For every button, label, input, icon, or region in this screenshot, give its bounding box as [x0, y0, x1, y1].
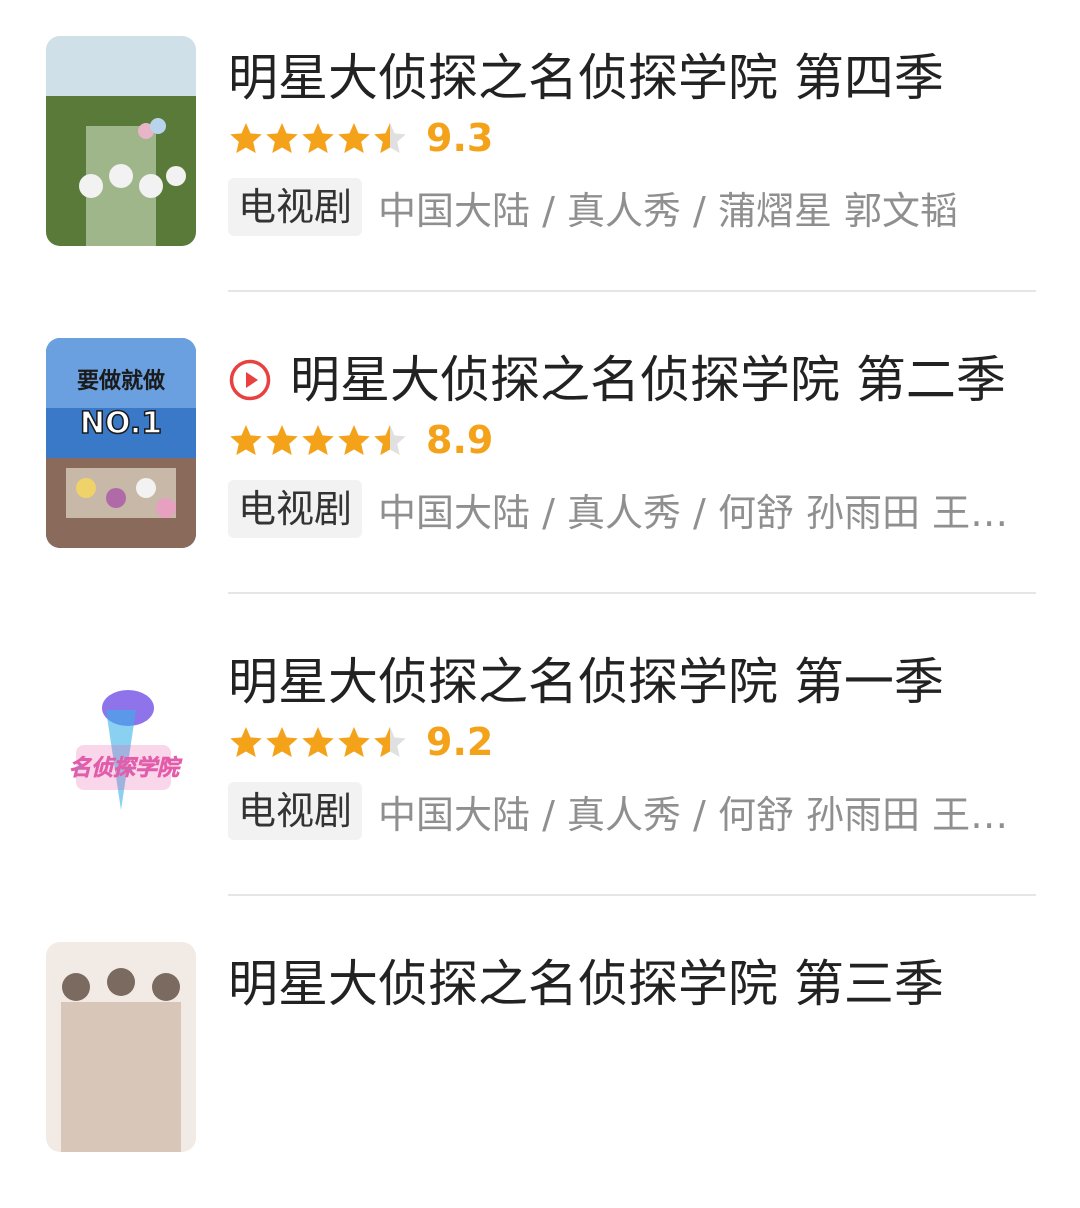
- rating-score: 9.3: [426, 116, 494, 160]
- rating-row: 9.3: [228, 116, 493, 160]
- rating-score: 9.2: [426, 720, 494, 764]
- poster-art: [46, 942, 196, 1152]
- poster-title-text: 要做就做: [77, 368, 166, 394]
- type-badge: 电视剧: [228, 178, 363, 236]
- poster-art: 名侦探学院: [46, 640, 196, 850]
- result-item[interactable]: 名侦探学院 明星大侦探之名侦探学院 第一季 9.2 电视剧 中国大陆 / 真人秀…: [0, 604, 1080, 906]
- star-icon: [266, 425, 298, 455]
- result-meta: 电视剧 中国大陆 / 真人秀 / 何舒 孙雨田 王以诺: [228, 782, 1033, 840]
- half-star-icon: [374, 123, 406, 153]
- rating-row: 8.9: [228, 418, 493, 462]
- half-star-icon: [374, 425, 406, 455]
- meta-info: 中国大陆 / 真人秀 / 何舒 孙雨田 王以诺: [378, 490, 1033, 535]
- result-title-text[interactable]: 明星大侦探之名侦探学院 第四季: [228, 44, 944, 112]
- result-title[interactable]: 明星大侦探之名侦探学院 第二季: [228, 346, 1033, 414]
- result-item[interactable]: 明星大侦探之名侦探学院 第四季 9.3 电视剧 中国大陆 / 真人秀 / 蒲熠星…: [0, 0, 1080, 302]
- type-badge: 电视剧: [228, 782, 363, 840]
- star-icon: [266, 123, 298, 153]
- star-icon: [338, 727, 370, 757]
- star-icon: [302, 727, 334, 757]
- star-icon: [338, 425, 370, 455]
- poster-image[interactable]: [46, 36, 196, 246]
- result-title-text[interactable]: 明星大侦探之名侦探学院 第二季: [290, 346, 1006, 414]
- star-icon: [230, 425, 262, 455]
- result-item[interactable]: 明星大侦探之名侦探学院 第三季: [0, 906, 1080, 1208]
- poster-logo[interactable]: 名侦探学院: [46, 640, 196, 850]
- star-icon: [302, 123, 334, 153]
- result-title-text[interactable]: 明星大侦探之名侦探学院 第三季: [228, 950, 944, 1018]
- star-icon: [266, 727, 298, 757]
- star-rating: [228, 422, 408, 458]
- result-title[interactable]: 明星大侦探之名侦探学院 第三季: [228, 950, 1033, 1018]
- result-meta: 电视剧 中国大陆 / 真人秀 / 何舒 孙雨田 王以诺: [228, 480, 1033, 538]
- star-icon: [338, 123, 370, 153]
- divider: [228, 592, 1036, 594]
- type-badge: 电视剧: [228, 480, 363, 538]
- star-rating: [228, 724, 408, 760]
- rating-row: 9.2: [228, 720, 493, 764]
- half-star-icon: [374, 727, 406, 757]
- result-title-text[interactable]: 明星大侦探之名侦探学院 第一季: [228, 648, 944, 716]
- divider: [228, 894, 1036, 896]
- poster-image[interactable]: 要做就做 NO.1: [46, 338, 196, 548]
- poster-logo-text: 名侦探学院: [69, 755, 183, 781]
- result-meta: 电视剧 中国大陆 / 真人秀 / 蒲熠星 郭文韬: [228, 178, 1033, 236]
- star-icon: [230, 727, 262, 757]
- divider: [228, 290, 1036, 292]
- poster-image[interactable]: [46, 942, 196, 1152]
- result-item[interactable]: 要做就做 NO.1 明星大侦探之名侦探学院 第二季 8.9 电视剧 中国大陆 /…: [0, 302, 1080, 604]
- star-rating: [228, 120, 408, 156]
- meta-info: 中国大陆 / 真人秀 / 何舒 孙雨田 王以诺: [378, 792, 1033, 837]
- rating-score: 8.9: [426, 418, 494, 462]
- result-title[interactable]: 明星大侦探之名侦探学院 第一季: [228, 648, 1033, 716]
- search-result-list: 明星大侦探之名侦探学院 第四季 9.3 电视剧 中国大陆 / 真人秀 / 蒲熠星…: [0, 0, 1080, 1152]
- star-icon: [230, 123, 262, 153]
- play-icon[interactable]: [228, 358, 272, 402]
- poster-art: [46, 36, 196, 246]
- star-icon: [302, 425, 334, 455]
- poster-art: 要做就做 NO.1: [46, 338, 196, 548]
- result-title[interactable]: 明星大侦探之名侦探学院 第四季: [228, 44, 1033, 112]
- meta-info: 中国大陆 / 真人秀 / 蒲熠星 郭文韬: [378, 188, 959, 233]
- poster-subtitle-text: NO.1: [80, 406, 162, 441]
